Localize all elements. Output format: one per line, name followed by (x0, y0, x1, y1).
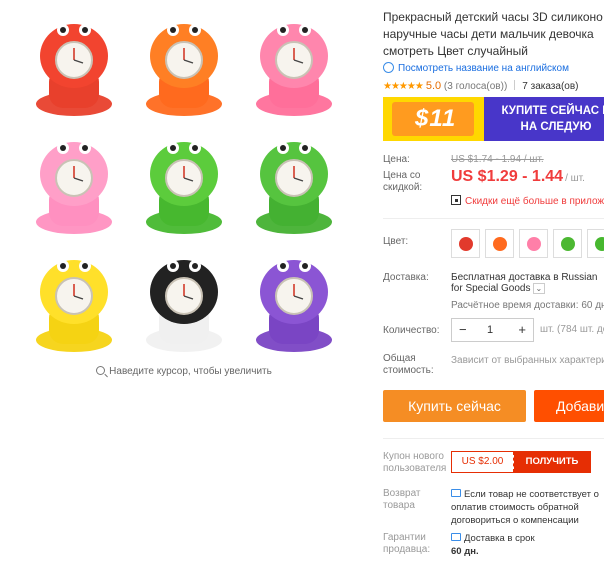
promo-banner[interactable]: $11 КУПИТЕ СЕЙЧАС И НА СЛЕДУЮ (383, 97, 604, 141)
quantity-increase-button[interactable]: + (518, 322, 526, 337)
add-to-cart-button[interactable]: Добави (534, 390, 604, 422)
quantity-decrease-button[interactable]: − (459, 322, 467, 337)
thumbnail-butterfly[interactable] (19, 126, 129, 244)
total-value: Зависит от выбранных характери (451, 355, 604, 366)
clownfish-watch-image (146, 24, 222, 116)
seller-guarantee: Доставка в срок 60 дн. (451, 533, 535, 557)
thumbnail-frog[interactable] (239, 126, 349, 244)
crocodile-watch-image (146, 142, 222, 234)
orders-count: 7 заказа(ов) (522, 81, 579, 92)
old-price: US $1.74 - 1.94 / шт. (451, 154, 544, 165)
product-info-panel: Прекрасный детский часы 3D силиконо нару… (383, 0, 604, 562)
divider (383, 438, 604, 439)
thumbnail-duck[interactable] (19, 244, 129, 362)
translate-icon (383, 62, 394, 73)
product-title: Прекрасный детский часы 3D силиконо нару… (383, 10, 603, 58)
color-swatch-5[interactable] (587, 229, 604, 258)
thumbnail-clownfish[interactable] (129, 8, 239, 126)
votes-link[interactable]: (3 голоса(ов)) (444, 81, 507, 92)
quantity-input[interactable]: 1 (487, 324, 493, 336)
rating-score: 5.0 (425, 80, 442, 92)
translate-title-link[interactable]: Посмотреть название на английском (383, 62, 569, 74)
crab-watch-image (36, 24, 112, 116)
promo-text: КУПИТЕ СЕЙЧАС И НА СЛЕДУЮ (501, 105, 604, 133)
thumbnail-panda[interactable] (129, 244, 239, 362)
rating-row: ★★★★★ 5.0 (3 голоса(ов)) 7 заказа(ов) (383, 80, 579, 92)
color-swatch-1[interactable] (451, 229, 480, 258)
promo-price: $11 (415, 105, 457, 132)
guarantee-label: Гарантии продавца: (383, 532, 431, 555)
returns-label: Возврат товара (383, 488, 421, 511)
app-discount-link[interactable]: Скидки ещё больше в прилож (451, 195, 604, 207)
quantity-stepper: − 1 + (451, 318, 534, 342)
get-coupon-button[interactable]: ПОЛУЧИТЬ (514, 452, 590, 472)
zoom-hint: Наведите курсор, чтобы увеличить (19, 366, 349, 377)
color-swatches (451, 229, 604, 258)
color-label: Цвет: (383, 236, 409, 247)
duck-watch-image (36, 260, 112, 352)
qr-code-icon (451, 195, 461, 205)
color-swatch-3[interactable] (519, 229, 548, 258)
price-label: Цена: (383, 154, 410, 165)
total-label: Общая стоимость: (383, 353, 434, 376)
coupon-label: Купон нового пользователя (383, 451, 447, 474)
swatch-thumbnail (561, 237, 575, 251)
panda-watch-image (146, 260, 222, 352)
quantity-label: Количество: (383, 325, 440, 336)
butterfly-watch-image (36, 142, 112, 234)
stock-available: шт. (784 шт. до (540, 324, 604, 335)
rating-stars-icon: ★★★★★ (383, 81, 424, 92)
octopus-watch-image (256, 260, 332, 352)
discount-price-label: Цена со скидкой: (383, 170, 423, 193)
coupon-amount: US $2.00 (452, 452, 514, 472)
returns-policy: Если товар не соответствует о оплатив ст… (451, 489, 599, 526)
shield-icon (451, 533, 461, 541)
magnifier-icon (96, 366, 106, 375)
swatch-thumbnail (493, 237, 507, 251)
thumbnail-crocodile[interactable] (129, 126, 239, 244)
thumbnail-crab[interactable] (19, 8, 129, 126)
swatch-thumbnail (595, 237, 604, 251)
discount-price: US $1.29 - 1.44/ шт. (451, 168, 585, 185)
return-policy-icon (451, 489, 461, 497)
penguin-watch-image (256, 24, 332, 116)
chevron-down-icon: ⌄ (532, 283, 546, 294)
thumbnail-penguin[interactable] (239, 8, 349, 126)
swatch-thumbnail (527, 237, 541, 251)
thumbnail-octopus[interactable] (239, 244, 349, 362)
shipping-method[interactable]: Бесплатная доставка в Russian for Specia… (451, 272, 597, 294)
divider (514, 80, 516, 90)
shipping-label: Доставка: (383, 272, 429, 283)
new-user-coupon: US $2.00 ПОЛУЧИТЬ (451, 451, 591, 473)
buy-now-button[interactable]: Купить сейчас (383, 390, 526, 422)
delivery-estimate: Расчётное время доставки: 60 дн (451, 300, 604, 311)
product-gallery (19, 8, 349, 362)
divider (383, 218, 604, 219)
swatch-thumbnail (459, 237, 473, 251)
frog-watch-image (256, 142, 332, 234)
color-swatch-2[interactable] (485, 229, 514, 258)
color-swatch-4[interactable] (553, 229, 582, 258)
thumbnail-grid (19, 8, 349, 362)
